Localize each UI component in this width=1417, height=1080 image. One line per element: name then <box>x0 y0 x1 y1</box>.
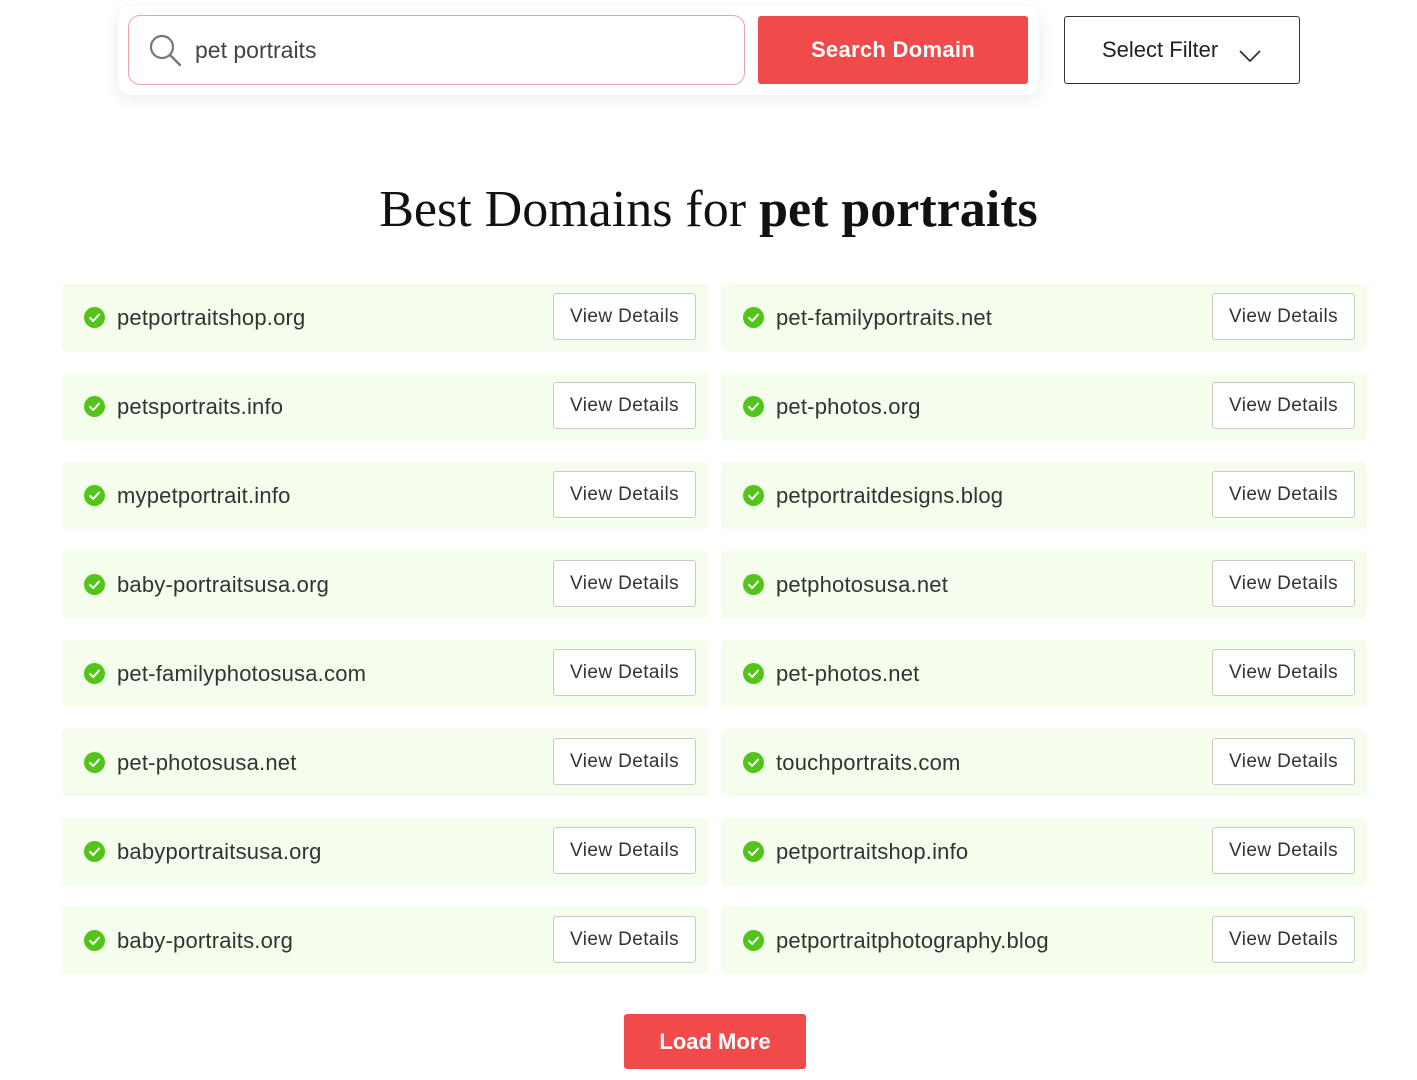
domain-name: petportraitshop.info <box>776 838 969 864</box>
domain-row: babyportraitsusa.org View Details <box>62 818 708 885</box>
check-circle-icon <box>743 396 764 417</box>
domain-row: petportraitphotography.blog View Details <box>721 907 1367 974</box>
check-circle-icon <box>84 574 105 595</box>
view-details-button[interactable]: View Details <box>553 916 696 963</box>
select-filter-label: Select Filter <box>1102 37 1219 62</box>
domain-results-grid: petportraitshop.org View Details pet-famil… <box>62 284 1367 974</box>
domain-row: petphotosusa.net View Details <box>721 551 1367 618</box>
view-details-button[interactable]: View Details <box>553 649 696 696</box>
check-circle-icon <box>743 930 764 951</box>
check-circle-icon <box>743 485 764 506</box>
view-details-button[interactable]: View Details <box>553 827 696 874</box>
domain-row: touchportraits.com View Details <box>721 729 1367 796</box>
load-more-button[interactable]: Load More <box>624 1014 806 1069</box>
search-input[interactable] <box>193 35 713 65</box>
domain-name: petportraitshop.org <box>117 304 306 330</box>
domain-name: pet-photosusa.net <box>117 749 297 775</box>
page-title: Best Domains for pet portraits <box>0 180 1417 239</box>
view-details-button[interactable]: View Details <box>1212 293 1355 340</box>
check-circle-icon <box>743 574 764 595</box>
domain-name: mypetportrait.info <box>117 482 291 508</box>
check-circle-icon <box>84 307 105 328</box>
view-details-button[interactable]: View Details <box>1212 471 1355 518</box>
domain-name: petphotosusa.net <box>776 571 949 597</box>
view-details-button[interactable]: View Details <box>1212 916 1355 963</box>
check-circle-icon <box>743 752 764 773</box>
domain-name: pet-photos.org <box>776 393 921 419</box>
check-circle-icon <box>743 307 764 328</box>
domain-name: baby-portraits.org <box>117 927 294 953</box>
check-circle-icon <box>84 841 105 862</box>
view-details-button[interactable]: View Details <box>1212 738 1355 785</box>
domain-name: touchportraits.com <box>776 749 961 775</box>
view-details-button[interactable]: View Details <box>553 382 696 429</box>
domain-name: petsportraits.info <box>117 393 284 419</box>
domain-name: pet-photos.net <box>776 660 920 686</box>
view-details-button[interactable]: View Details <box>553 293 696 340</box>
domain-row: pet-photos.org View Details <box>721 373 1367 440</box>
view-details-button[interactable]: View Details <box>1212 827 1355 874</box>
page-title-prefix: Best Domains for <box>379 181 760 238</box>
view-details-button[interactable]: View Details <box>553 471 696 518</box>
domain-row: pet-photos.net View Details <box>721 640 1367 707</box>
domain-name: petportraitphotography.blog <box>776 927 1049 953</box>
search-icon <box>147 32 183 68</box>
domain-name: pet-familyphotosusa.com <box>117 660 367 686</box>
domain-row: petportraitshop.info View Details <box>721 818 1367 885</box>
domain-row: pet-familyphotosusa.com View Details <box>62 640 708 707</box>
check-circle-icon <box>743 663 764 684</box>
check-circle-icon <box>84 485 105 506</box>
chevron-down-icon <box>1238 43 1262 63</box>
domain-row: pet-photosusa.net View Details <box>62 729 708 796</box>
view-details-button[interactable]: View Details <box>1212 649 1355 696</box>
domain-row: petportraitdesigns.blog View Details <box>721 462 1367 529</box>
search-card: Search Domain <box>118 6 1039 95</box>
domain-name: petportraitdesigns.blog <box>776 482 1004 508</box>
view-details-button[interactable]: View Details <box>1212 560 1355 607</box>
search-box[interactable] <box>128 15 745 85</box>
check-circle-icon <box>84 663 105 684</box>
view-details-button[interactable]: View Details <box>1212 382 1355 429</box>
domain-name: baby-portraitsusa.org <box>117 571 330 597</box>
check-circle-icon <box>84 752 105 773</box>
select-filter-dropdown[interactable]: Select Filter <box>1064 16 1300 84</box>
check-circle-icon <box>84 930 105 951</box>
view-details-button[interactable]: View Details <box>553 560 696 607</box>
domain-row: pet-familyportraits.net View Details <box>721 284 1367 351</box>
view-details-button[interactable]: View Details <box>553 738 696 785</box>
domain-name: babyportraitsusa.org <box>117 838 322 864</box>
domain-row: mypetportrait.info View Details <box>62 462 708 529</box>
domain-row: baby-portraits.org View Details <box>62 907 708 974</box>
domain-row: petportraitshop.org View Details <box>62 284 708 351</box>
domain-row: petsportraits.info View Details <box>62 373 708 440</box>
domain-name: pet-familyportraits.net <box>776 304 993 330</box>
search-domain-button[interactable]: Search Domain <box>758 16 1028 84</box>
check-circle-icon <box>743 841 764 862</box>
page-title-keyword: pet portraits <box>759 181 1038 238</box>
domain-row: baby-portraitsusa.org View Details <box>62 551 708 618</box>
check-circle-icon <box>84 396 105 417</box>
